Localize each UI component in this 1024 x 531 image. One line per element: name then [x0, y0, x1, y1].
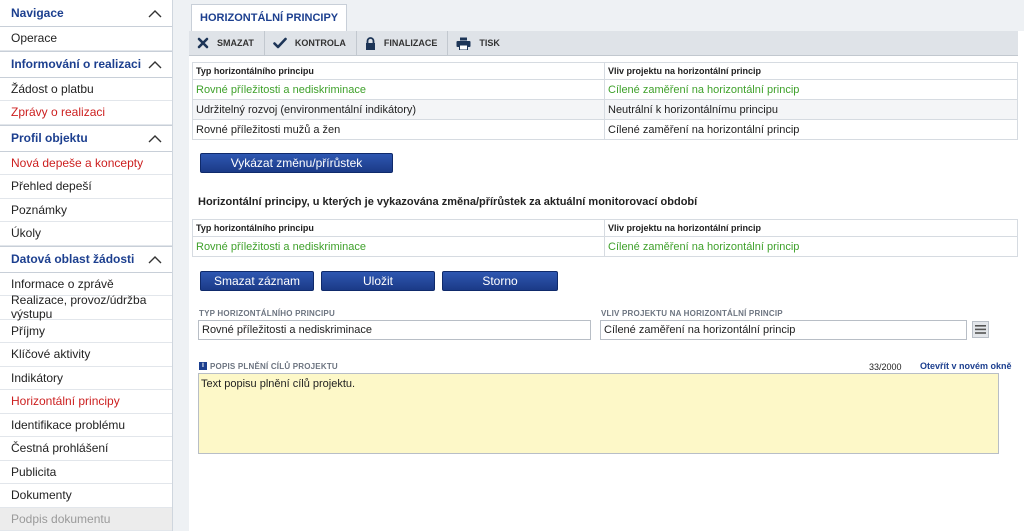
sidebar-item[interactable]: Identifikace problému [0, 414, 172, 437]
sidebar-section-header[interactable]: Informování o realizaci [0, 50, 172, 78]
save-button[interactable]: Uložit [321, 271, 435, 291]
chevron-up-icon[interactable] [148, 255, 162, 264]
impact-label: VLIV PROJEKTU NA HORIZONTÁLNÍ PRINCIP [601, 309, 783, 318]
type-field[interactable]: Rovné příležitosti a nediskriminace [198, 320, 591, 340]
cancel-button[interactable]: Storno [442, 271, 558, 291]
cell-type: Udržitelný rozvoj (environmentální indik… [192, 99, 605, 120]
cell-impact: Cílené zaměření na horizontální princip [604, 79, 1018, 100]
column-header-impact[interactable]: Vliv projektu na horizontální princip [604, 219, 1018, 237]
close-icon [197, 37, 209, 49]
print-button[interactable]: TISK [448, 31, 510, 56]
column-header-impact[interactable]: Vliv projektu na horizontální princip [604, 62, 1018, 80]
sidebar-item[interactable]: Žádost o platbu [0, 78, 172, 101]
sidebar-item[interactable]: Úkoly [0, 222, 172, 246]
finalize-button[interactable]: FINALIZACE [357, 30, 449, 56]
impact-field[interactable]: Cílené zaměření na horizontální princip [600, 320, 967, 340]
cell-type: Rovné příležitosti a nediskriminace [192, 236, 605, 257]
chevron-up-icon[interactable] [148, 134, 162, 143]
description-label: POPIS PLNĚNÍ CÍLŮ PROJEKTU [210, 362, 338, 371]
table-row[interactable]: Rovné příležitosti mužů a žen Cílené zam… [192, 119, 1018, 140]
type-label: TYP HORIZONTÁLNÍHO PRINCIPU [199, 309, 335, 318]
description-textarea[interactable]: Text popisu plnění cílů projektu. [198, 373, 999, 454]
sidebar-item[interactable]: Příjmy [0, 320, 172, 343]
gutter [173, 0, 189, 531]
cell-impact: Neutrální k horizontálnímu principu [604, 99, 1018, 120]
tab-horizontal-principles[interactable]: HORIZONTÁLNÍ PRINCIPY [191, 4, 348, 31]
cell-type: Rovné příležitosti a nediskriminace [192, 79, 605, 100]
sidebar-item[interactable]: Horizontální principy [0, 390, 172, 414]
open-new-window-link[interactable]: Otevřít v novém okně [920, 361, 1012, 371]
list-picker-button[interactable] [972, 321, 989, 338]
sidebar-item[interactable]: Publicita [0, 461, 172, 484]
sidebar-item[interactable]: Realizace, provoz/údržba výstupu [0, 293, 172, 321]
main-content: HORIZONTÁLNÍ PRINCIPY SMAZAT KONTROLA FI… [189, 0, 1024, 531]
list-icon [975, 325, 986, 334]
sidebar: Navigace Operace Informování o realizaci Žá… [0, 0, 173, 531]
sidebar-item[interactable]: Klíčové aktivity [0, 343, 172, 367]
checkmark-icon [273, 37, 287, 49]
table-row[interactable]: Rovné příležitosti a nediskriminace Cíle… [192, 236, 1018, 257]
sidebar-item[interactable]: Indikátory [0, 367, 172, 390]
print-label: TISK [479, 38, 500, 48]
sidebar-section-header[interactable]: Navigace [0, 0, 172, 27]
sidebar-item[interactable]: Nová depeše a koncepty [0, 152, 172, 175]
chevron-up-icon[interactable] [148, 9, 162, 18]
char-counter: 33/2000 [869, 362, 902, 372]
sidebar-item[interactable]: Zprávy o realizaci [0, 101, 172, 125]
table-header-row: Typ horizontálního principu Vliv projekt… [192, 62, 1018, 80]
table-row[interactable]: Rovné příležitosti a nediskriminace Cíle… [192, 79, 1018, 100]
table-row[interactable]: Udržitelný rozvoj (environmentální indik… [192, 99, 1018, 120]
sidebar-item[interactable]: Operace [0, 27, 172, 51]
printer-icon [456, 37, 471, 50]
delete-button[interactable]: SMAZAT [189, 30, 265, 56]
sidebar-item[interactable]: Poznámky [0, 199, 172, 222]
cell-impact: Cílené zaměření na horizontální princip [604, 119, 1018, 140]
sidebar-item[interactable]: Podpis dokumentu [0, 507, 172, 531]
sidebar-section-title: Profil objektu [11, 131, 88, 145]
column-header-type[interactable]: Typ horizontálního principu [192, 219, 605, 237]
check-label: KONTROLA [294, 38, 346, 48]
info-icon: i [199, 362, 207, 370]
principles-table: Typ horizontálního principu Vliv projekt… [192, 62, 1018, 140]
sidebar-section-title: Informování o realizaci [11, 57, 142, 71]
chevron-up-icon[interactable] [148, 60, 162, 69]
changes-table: Typ horizontálního principu Vliv projekt… [192, 219, 1018, 257]
sidebar-section-header[interactable]: Profil objektu [0, 124, 172, 152]
check-button[interactable]: KONTROLA [265, 30, 357, 56]
table-header-row: Typ horizontálního principu Vliv projekt… [192, 219, 1018, 237]
cell-type: Rovné příležitosti mužů a žen [192, 119, 605, 140]
toolbar: SMAZAT KONTROLA FINALIZACE TISK [189, 30, 1018, 56]
finalize-label: FINALIZACE [383, 38, 438, 48]
lock-icon [365, 36, 375, 50]
delete-label: SMAZAT [217, 38, 254, 48]
sidebar-item[interactable]: Dokumenty [0, 484, 172, 508]
sidebar-section-header[interactable]: Datová oblast žádosti [0, 245, 172, 273]
sidebar-section-title: Datová oblast žádosti [11, 252, 135, 266]
report-change-button[interactable]: Vykázat změnu/přírůstek [200, 153, 393, 173]
sidebar-section-title: Navigace [11, 6, 64, 20]
tab-bar: HORIZONTÁLNÍ PRINCIPY [189, 0, 1024, 31]
sidebar-item[interactable]: Čestná prohlášení [0, 437, 172, 461]
cell-impact: Cílené zaměření na horizontální princip [604, 236, 1018, 257]
section-title: Horizontální principy, u kterých je vyka… [198, 196, 698, 208]
sidebar-item[interactable]: Přehled depeší [0, 175, 172, 199]
delete-record-button[interactable]: Smazat záznam [200, 271, 314, 291]
column-header-type[interactable]: Typ horizontálního principu [192, 62, 605, 80]
